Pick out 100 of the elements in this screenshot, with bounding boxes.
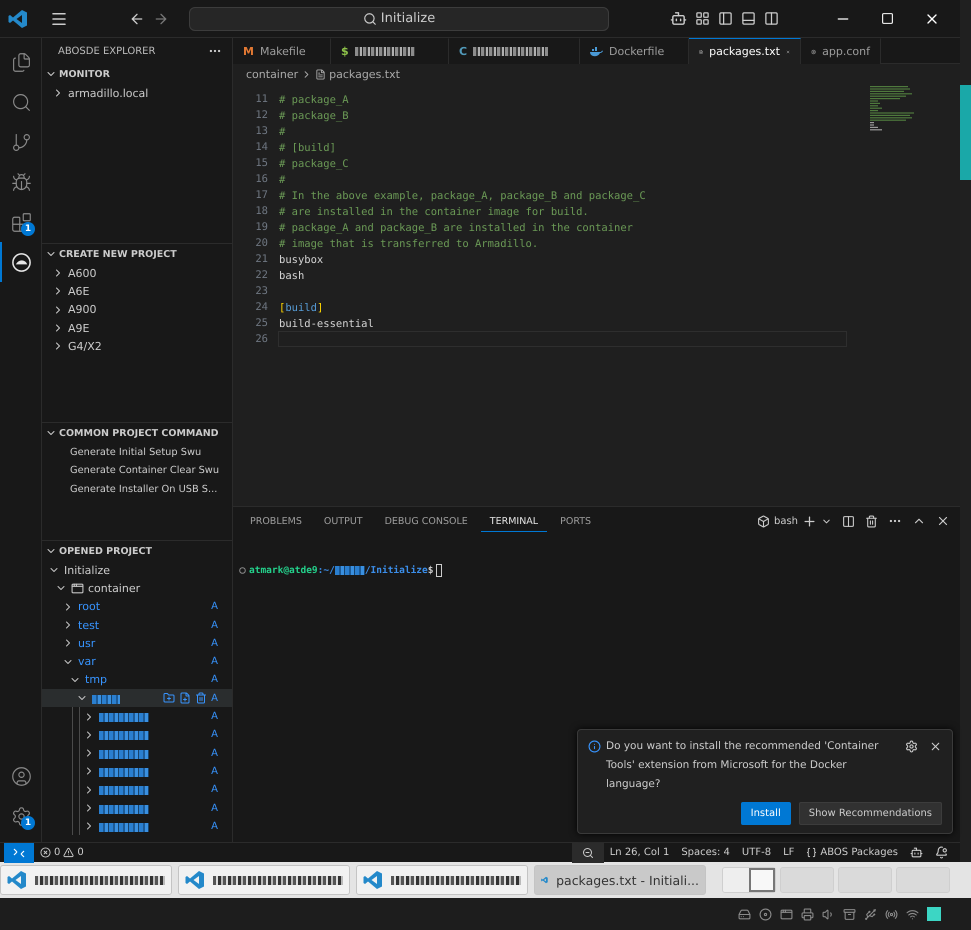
- tree-item[interactable]: A: [42, 780, 232, 799]
- line-number: 19: [254, 221, 269, 233]
- line-number: 12: [254, 109, 269, 121]
- tree-item[interactable]: armadillo.local: [42, 84, 232, 102]
- zoom-out-icon: [582, 846, 594, 858]
- tree-item[interactable]: A: [42, 744, 232, 762]
- status-item[interactable]: Spaces: 4: [675, 842, 736, 862]
- editor-tab[interactable]: C: [449, 38, 580, 64]
- branch-icon[interactable]: [11, 132, 32, 152]
- new-folder-icon[interactable]: [163, 692, 176, 704]
- desktop-thumbnail[interactable]: [722, 867, 776, 893]
- tree-item[interactable]: A900: [42, 300, 232, 319]
- split-icon[interactable]: [842, 514, 855, 528]
- panel-tab[interactable]: TERMINAL: [480, 510, 548, 532]
- zoom-out-button[interactable]: [572, 842, 604, 862]
- tree-item[interactable]: A: [42, 726, 232, 744]
- tree-item[interactable]: Initialize: [42, 561, 232, 580]
- taskbar-window[interactable]: [0, 865, 172, 895]
- copilot-icon[interactable]: [910, 846, 923, 859]
- round-logo-icon[interactable]: [11, 252, 32, 272]
- trash-icon[interactable]: [865, 514, 878, 528]
- editor-tab[interactable]: $: [331, 38, 449, 64]
- tree-item[interactable]: A9E: [42, 318, 232, 338]
- copilot-icon[interactable]: [670, 10, 687, 27]
- account-icon[interactable]: [11, 766, 32, 786]
- language-mode[interactable]: ABOS Packages: [800, 842, 904, 862]
- tree-label: var: [78, 655, 97, 668]
- editor-tab[interactable]: app.conf: [801, 38, 881, 64]
- tree-item[interactable]: var A: [42, 652, 232, 671]
- taskbar-window[interactable]: [356, 865, 528, 895]
- add-icon[interactable]: [802, 514, 817, 528]
- secondary-button[interactable]: Show Recommendations: [798, 802, 942, 825]
- tree-item[interactable]: A6E: [42, 282, 232, 301]
- panel-tab[interactable]: PROBLEMS: [241, 510, 311, 532]
- status-item[interactable]: LF: [777, 842, 800, 862]
- breadcrumb-item[interactable]: container: [246, 68, 298, 80]
- panel-toggle-icon[interactable]: [741, 11, 756, 26]
- tree-item[interactable]: A: [42, 707, 232, 726]
- bug-play-icon[interactable]: [11, 172, 32, 192]
- sidebar-toggle-icon[interactable]: [718, 11, 733, 26]
- sidebar-title: ABOSDE EXPLORER: [58, 46, 156, 56]
- status-letter: A: [211, 802, 218, 814]
- code-line: busybox: [278, 253, 324, 267]
- tree-item[interactable]: A600: [42, 264, 232, 282]
- tree-item[interactable]: A: [42, 817, 232, 836]
- section-header[interactable]: CREATE NEW PROJECT: [42, 244, 232, 264]
- settings-icon[interactable]: [905, 740, 918, 753]
- section-header[interactable]: MONITOR: [42, 64, 232, 84]
- window-icon: [71, 582, 84, 595]
- settings-icon[interactable]: [11, 806, 32, 826]
- delete-icon[interactable]: [195, 692, 208, 704]
- maximize-icon[interactable]: [881, 12, 894, 25]
- file-type-glyph: C: [459, 45, 468, 58]
- status-item[interactable]: UTF-8: [736, 842, 778, 862]
- tree-item[interactable]: root A: [42, 598, 232, 616]
- tree-item[interactable]: G4/X2: [42, 337, 232, 356]
- breadcrumb-item[interactable]: packages.txt: [329, 68, 400, 80]
- count-badge: 1: [21, 816, 35, 830]
- command-item[interactable]: Generate Container Clear Swu: [42, 462, 220, 480]
- files-icon[interactable]: [11, 52, 32, 72]
- remote-button[interactable]: [4, 842, 34, 862]
- tree-item[interactable]: A: [42, 689, 232, 708]
- new-file-icon[interactable]: [179, 692, 192, 704]
- line-number: 11: [254, 93, 269, 105]
- taskbar-window[interactable]: [178, 865, 350, 895]
- search-icon[interactable]: [11, 92, 32, 112]
- notification-bell-icon[interactable]: [935, 846, 948, 859]
- command-item[interactable]: Generate Initial Setup Swu: [42, 443, 202, 462]
- close-icon[interactable]: [936, 514, 950, 528]
- warning-icon: [63, 847, 74, 858]
- section-header[interactable]: COMMON PROJECT COMMAND: [42, 423, 232, 443]
- pixelated-label: [92, 694, 120, 704]
- ribbon-logo-icon: [185, 870, 205, 890]
- primary-button[interactable]: Install: [740, 802, 791, 825]
- remote-icon: [13, 846, 25, 858]
- tree-item[interactable]: usr A: [42, 634, 232, 652]
- status-item[interactable]: Ln 26, Col 1: [604, 842, 676, 862]
- code-line: # [build]: [278, 141, 337, 155]
- problems-count[interactable]: 0 0: [34, 842, 90, 862]
- terminal-profile[interactable]: bash: [774, 516, 798, 526]
- close-icon[interactable]: [929, 740, 942, 753]
- section-header[interactable]: OPENED PROJECT: [42, 541, 232, 561]
- panel-tab[interactable]: OUTPUT: [314, 510, 372, 532]
- editor-tab[interactable]: M Makefile: [233, 38, 331, 64]
- tree-item[interactable]: test A: [42, 616, 232, 634]
- tree-item[interactable]: tmp A: [42, 670, 232, 690]
- editor-tab[interactable]: Dockerfile: [580, 38, 689, 64]
- command-item[interactable]: Generate Installer On USB S...: [42, 480, 218, 498]
- panel-tab[interactable]: DEBUG CONSOLE: [376, 510, 477, 532]
- panel-tab[interactable]: PORTS: [551, 510, 600, 532]
- extensions-icon[interactable]: [11, 212, 32, 232]
- editor-tab[interactable]: packages.txt: [689, 38, 801, 64]
- taskbar-window[interactable]: packages.txt - Initiali...: [534, 865, 706, 895]
- tree-item[interactable]: container: [42, 579, 232, 598]
- tree-item[interactable]: A: [42, 798, 232, 818]
- layout-icon[interactable]: [695, 11, 710, 26]
- split-icon[interactable]: [764, 11, 779, 26]
- line-number: 24: [254, 301, 269, 313]
- command-search-field[interactable]: Initialize: [189, 6, 609, 30]
- tree-item[interactable]: A: [42, 762, 232, 781]
